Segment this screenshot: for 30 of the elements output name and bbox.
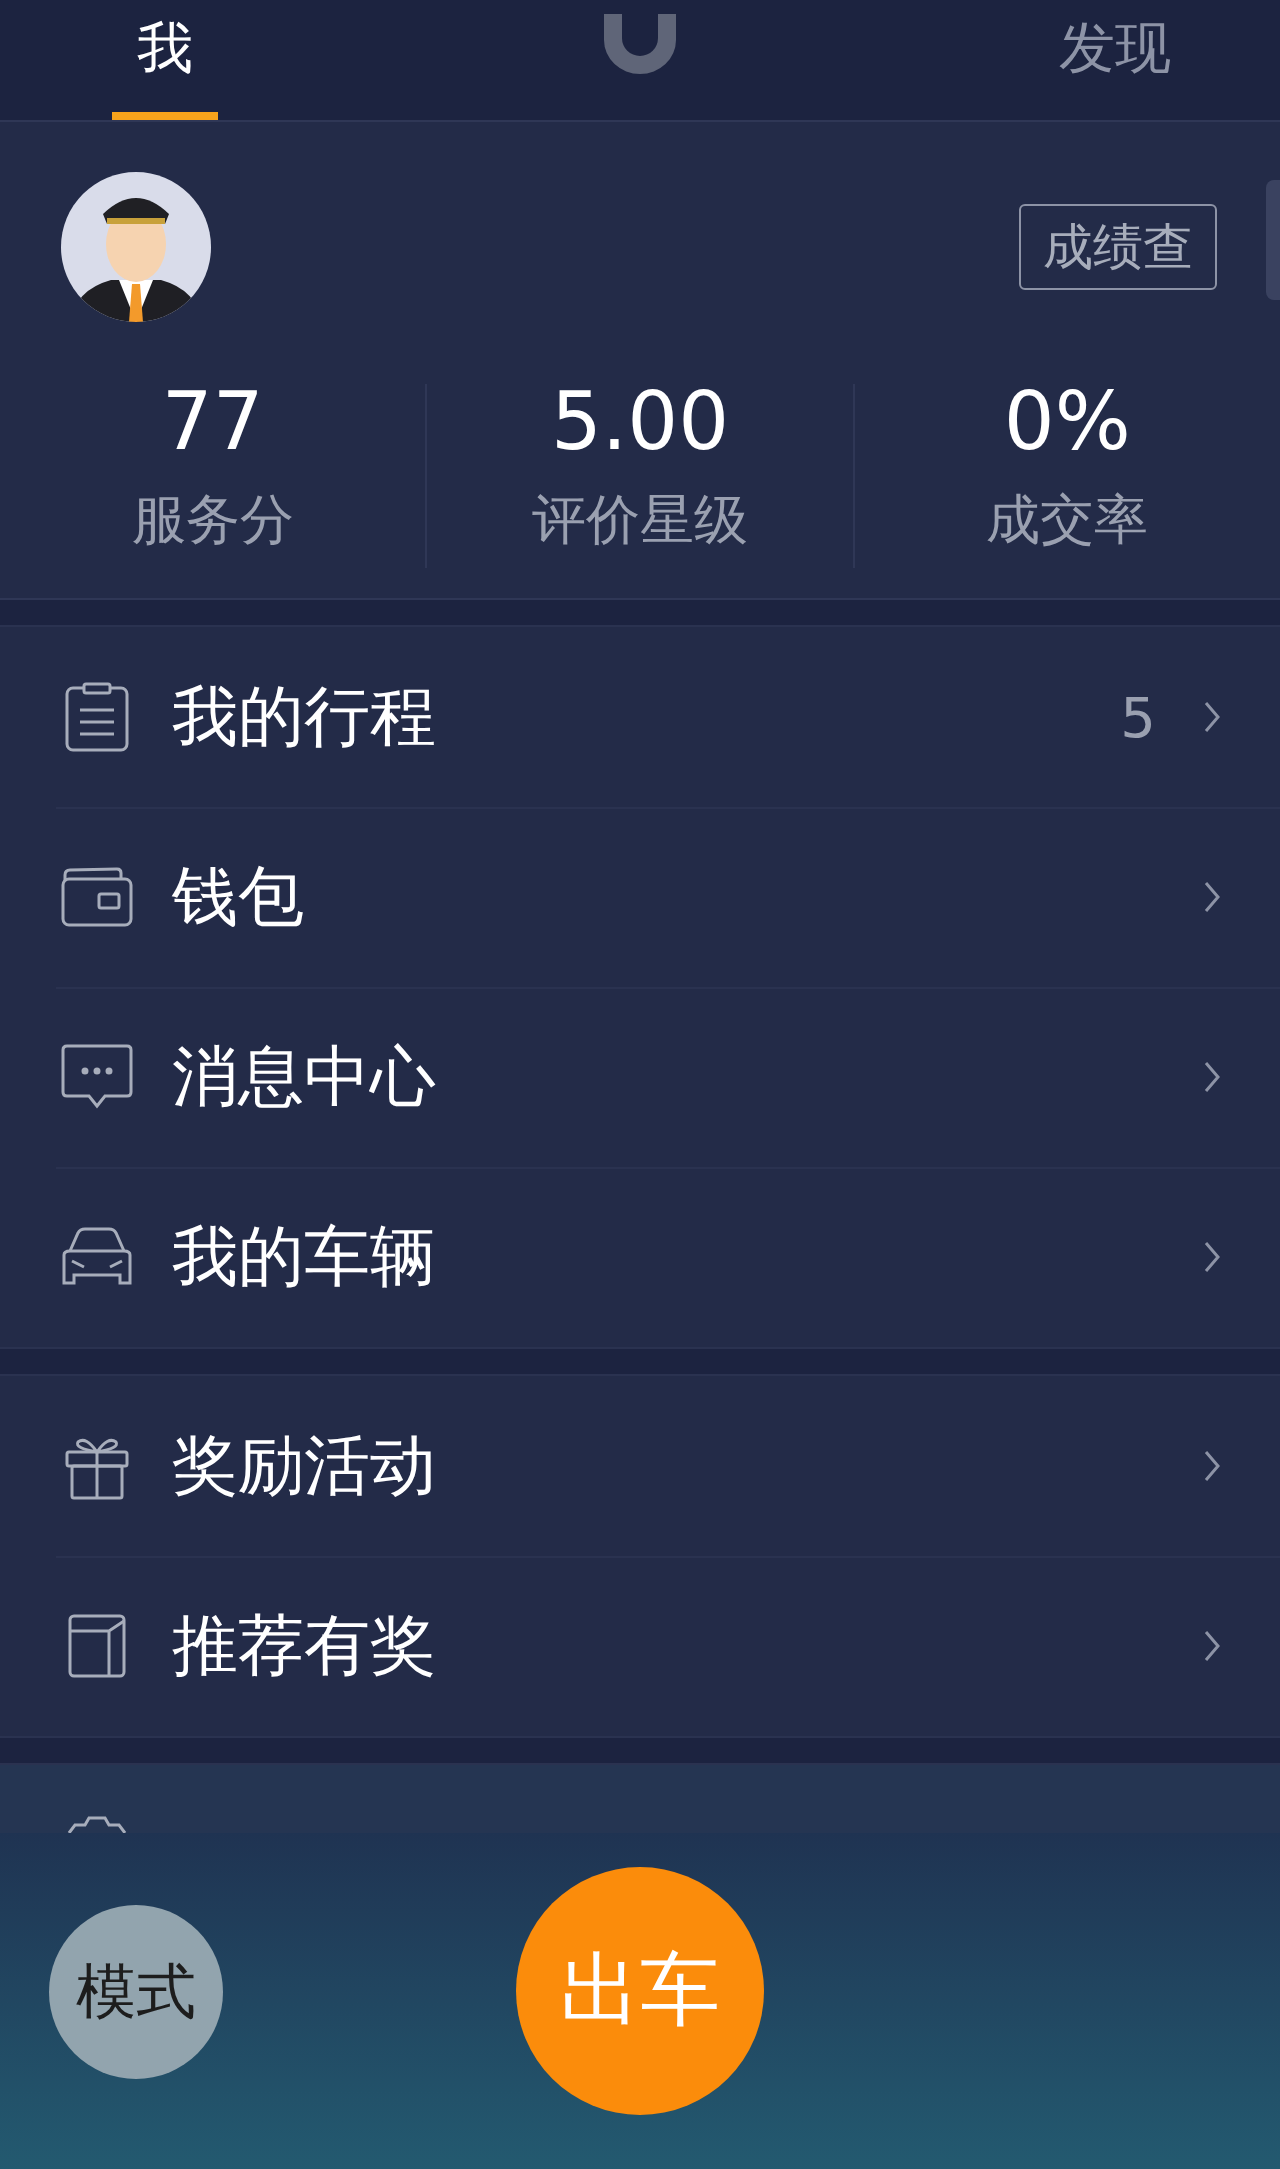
stat-value: 77 — [161, 374, 264, 470]
chevron-icon — [1204, 881, 1220, 913]
stat-value: 0% — [1003, 374, 1131, 470]
menu-item[interactable]: 我的车辆 — [172, 1212, 1204, 1302]
stat-value: 5.00 — [550, 374, 730, 470]
mode-button[interactable]: 模式 — [49, 1905, 223, 2079]
box-icon — [67, 1613, 127, 1679]
clipboard-icon — [64, 682, 130, 752]
menu-item[interactable]: 我的行程 — [172, 672, 1121, 762]
item-count: 5 — [1120, 684, 1156, 750]
tab[interactable]: 发现 — [1059, 10, 1171, 86]
chevron-icon — [1204, 1241, 1220, 1273]
menu-item[interactable]: 钱包 — [172, 852, 1204, 942]
wallet-icon — [61, 867, 133, 927]
message-icon — [61, 1044, 133, 1110]
menu-item[interactable]: 推荐有奖 — [172, 1601, 1204, 1691]
stat-label: 成交率 — [986, 487, 1149, 553]
chevron-icon — [1204, 1630, 1220, 1662]
car-icon — [60, 1227, 134, 1287]
side-handle[interactable] — [1266, 180, 1280, 300]
menu-item[interactable]: 奖励活动 — [172, 1421, 1204, 1511]
menu-item[interactable]: 消息中心 — [172, 1032, 1204, 1122]
stat-label: 评价星级 — [532, 487, 748, 553]
gear-icon — [65, 1815, 129, 1833]
chevron-icon — [1204, 1061, 1220, 1093]
tab[interactable]: 我 — [137, 10, 193, 86]
stat-label: 服务分 — [131, 487, 294, 553]
report-button[interactable]: 成绩查 — [1019, 204, 1217, 290]
chevron-icon — [1204, 701, 1220, 733]
chevron-icon — [1204, 1450, 1220, 1482]
